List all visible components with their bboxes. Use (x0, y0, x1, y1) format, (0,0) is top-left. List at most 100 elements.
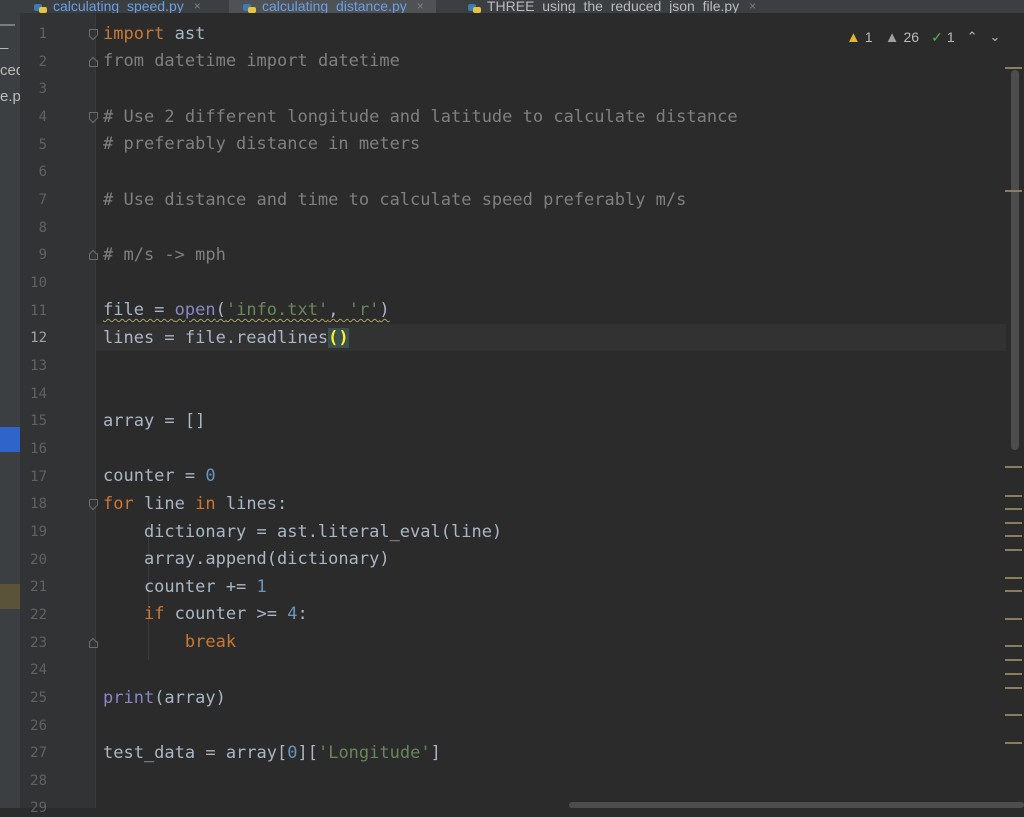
project-file-fragment[interactable]: e.p (0, 88, 20, 105)
error-stripe-marker[interactable] (1005, 577, 1022, 579)
project-file-fragment[interactable]: ced (0, 62, 20, 79)
number-literal: 1 (256, 577, 267, 597)
code-text: file = (103, 300, 175, 320)
error-stripe-marker[interactable] (1005, 618, 1022, 620)
project-highlighted-row[interactable] (0, 584, 20, 609)
editor-tab-bar: calculating_speed.py × calculating_dista… (0, 0, 1024, 13)
string-literal: 'r' (348, 300, 380, 320)
error-stripe-marker[interactable] (1005, 466, 1022, 468)
string-literal: 'Longitude' (317, 743, 431, 763)
code-line-4[interactable]: # Use 2 different longitude and latitude… (103, 107, 738, 127)
keyword: for (103, 494, 134, 514)
error-stripe-marker[interactable] (1005, 549, 1022, 551)
code-line-25[interactable]: print(array) (103, 688, 226, 708)
line-number: 14 (30, 386, 47, 402)
matched-brackets: () (328, 328, 349, 348)
error-stripe-marker[interactable] (1005, 742, 1022, 744)
code-line-23[interactable]: break (103, 632, 236, 652)
close-icon[interactable]: × (417, 0, 424, 13)
line-number: 24 (30, 662, 47, 678)
fold-end-icon[interactable] (89, 57, 98, 67)
gutter-divider (95, 13, 96, 808)
line-number: 1 (38, 26, 47, 42)
code-line-27[interactable]: test_data = array[0]['Longitude'] (103, 743, 441, 763)
line-number: 20 (30, 552, 47, 568)
error-stripe-marker[interactable] (1005, 535, 1022, 537)
code-line-12[interactable]: lines = file.readlines() (103, 328, 349, 348)
horizontal-scrollbar[interactable] (569, 802, 1024, 808)
code-line-1[interactable]: import ast (103, 24, 205, 44)
error-stripe-marker[interactable] (1005, 659, 1022, 661)
error-stripe-marker[interactable] (1005, 714, 1022, 716)
code-line-19[interactable]: dictionary = ast.literal_eval(line) (103, 522, 502, 542)
code-line-15[interactable]: array = [] (103, 411, 205, 431)
tab-calculating-distance[interactable]: calculating_distance.py × (229, 0, 436, 13)
code-line-21[interactable]: counter += 1 (103, 577, 267, 597)
line-number: 26 (30, 718, 47, 734)
warning-triangle-icon: ▲ (846, 28, 861, 46)
code-text: (array) (154, 688, 226, 708)
warning-count: 1 (864, 29, 873, 45)
line-number: 9 (38, 247, 47, 263)
line-number: 25 (30, 690, 47, 706)
line-number: 29 (30, 800, 47, 816)
tab-three-using-reduced-json[interactable]: THREE_using_the_reduced_json_file.py × (468, 0, 756, 13)
code-line-11[interactable]: file = open('info.txt', 'r') (103, 300, 390, 320)
vertical-scrollbar[interactable] (1011, 70, 1019, 450)
line-number-current: 12 (30, 330, 47, 346)
code-text: counter += (103, 577, 257, 597)
code-line-22[interactable]: if counter >= 4: (103, 604, 308, 624)
weak-warning-count: 26 (903, 29, 920, 45)
code-text: ast (164, 24, 206, 44)
line-number: 6 (38, 164, 47, 180)
line-number: 27 (30, 745, 47, 761)
project-selected-row[interactable] (0, 427, 20, 452)
fold-start-icon[interactable] (89, 29, 98, 38)
inspections-widget[interactable]: ▲ 1 ▲ 26 ✓ 1 ⌃ ⌄ (846, 26, 1000, 48)
code-line-20[interactable]: array.append(dictionary) (103, 549, 390, 569)
error-stripe-marker[interactable] (1005, 673, 1022, 675)
code-text: , (328, 300, 349, 320)
tab-label: calculating_speed.py (53, 0, 184, 13)
error-stripe-marker[interactable] (1005, 522, 1022, 524)
line-number: 4 (38, 109, 47, 125)
code-line-9[interactable]: # m/s -> mph (103, 245, 226, 265)
chevron-up-icon[interactable]: ⌃ (967, 29, 978, 45)
keyword: in (195, 494, 216, 514)
error-stripe-marker[interactable] (1005, 687, 1022, 689)
error-stripe-marker[interactable] (1005, 590, 1022, 592)
error-stripe-marker[interactable] (1005, 67, 1022, 69)
python-file-icon (468, 4, 481, 13)
error-stripe-marker[interactable] (1005, 645, 1022, 647)
chevron-down-icon[interactable]: ⌄ (990, 29, 1001, 45)
line-number: 5 (38, 137, 47, 153)
line-number: 19 (30, 524, 47, 540)
number-literal: 4 (287, 604, 298, 624)
tab-calculating-speed[interactable]: calculating_speed.py × (34, 0, 201, 13)
builtin-function: print (103, 688, 155, 708)
fold-start-icon[interactable] (89, 112, 98, 121)
code-line-5[interactable]: # preferably distance in meters (103, 134, 420, 154)
code-text: ][ (297, 743, 318, 763)
line-number: 13 (30, 358, 47, 374)
code-text: ) (379, 300, 390, 320)
code-line-18[interactable]: for line in lines: (103, 494, 287, 514)
fold-end-icon[interactable] (89, 250, 98, 260)
code-line-17[interactable]: counter = 0 (103, 466, 216, 486)
code-line-2[interactable]: from datetime import datetime (103, 51, 400, 71)
code-text: lines = file.readlines (103, 328, 329, 348)
line-number: 8 (38, 220, 47, 236)
project-file-fragment[interactable]: —_ (0, 16, 20, 50)
fold-end-icon[interactable] (89, 638, 98, 648)
code-text: test_data = array[ (103, 743, 288, 763)
close-icon[interactable]: × (194, 0, 201, 13)
error-stripe-marker[interactable] (1005, 495, 1022, 497)
close-icon[interactable]: × (749, 0, 756, 13)
string-literal: 'info.txt' (225, 300, 329, 320)
code-line-7[interactable]: # Use distance and time to calculate spe… (103, 190, 686, 210)
error-stripe-marker[interactable] (1005, 190, 1022, 192)
line-number: 3 (38, 81, 47, 97)
error-stripe-marker[interactable] (1005, 508, 1022, 510)
fold-start-icon[interactable] (89, 499, 98, 508)
